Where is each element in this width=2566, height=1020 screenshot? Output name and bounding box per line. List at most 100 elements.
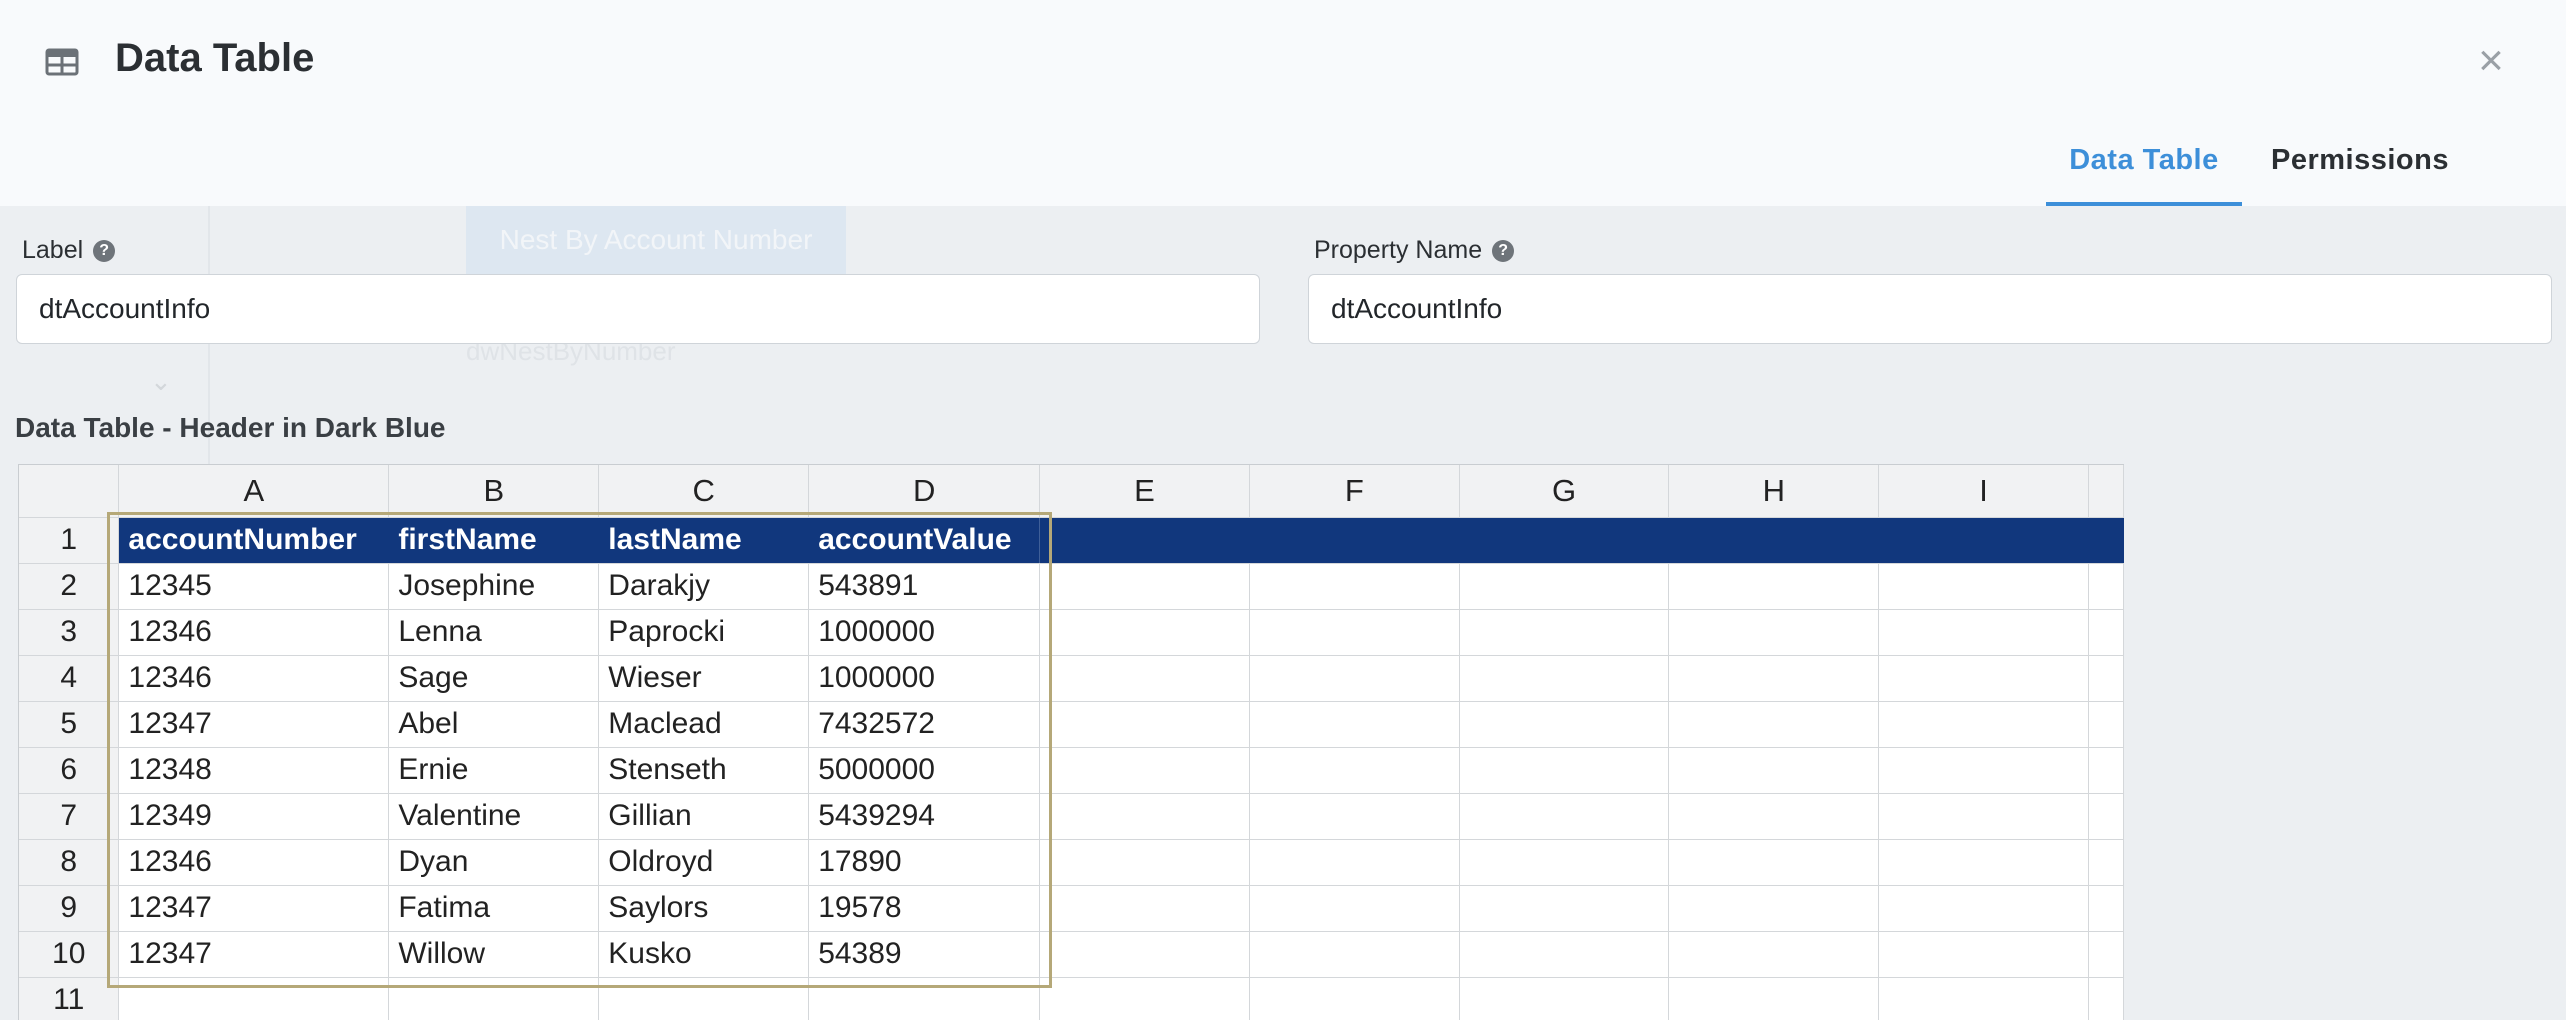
table-cell[interactable]: Sage (388, 655, 600, 702)
label-input[interactable] (16, 274, 1260, 344)
row-number[interactable]: 1 (19, 517, 120, 564)
column-header[interactable]: H (1668, 465, 1880, 518)
table-cell[interactable]: 7432572 (808, 701, 1041, 748)
help-icon[interactable]: ? (93, 239, 116, 262)
table-cell[interactable] (1668, 563, 1880, 610)
table-cell[interactable] (1459, 885, 1670, 932)
column-header[interactable]: F (1249, 465, 1460, 518)
table-cell[interactable] (1459, 609, 1670, 656)
table-cell[interactable] (1459, 655, 1670, 702)
spreadsheet[interactable]: ABCDEFGHI 1 accountNumber firstName lastNam… (18, 464, 2124, 1020)
table-cell[interactable] (2088, 747, 2124, 794)
help-icon[interactable]: ? (1492, 239, 1515, 262)
table-cell[interactable]: Ernie (388, 747, 600, 794)
table-cell[interactable]: 12347 (118, 885, 390, 932)
table-cell[interactable] (1249, 839, 1460, 886)
table-cell[interactable]: 1000000 (808, 609, 1041, 656)
table-cell[interactable] (1459, 517, 1670, 564)
table-cell[interactable]: 19578 (808, 885, 1041, 932)
table-cell[interactable] (388, 977, 600, 1020)
table-cell[interactable]: Oldroyd (598, 839, 810, 886)
table-cell[interactable] (1459, 747, 1670, 794)
close-icon[interactable]: × (2468, 38, 2514, 84)
table-cell[interactable] (1878, 609, 2089, 656)
tab-permissions[interactable]: Permissions (2262, 130, 2458, 206)
table-cell[interactable] (1039, 655, 1250, 702)
table-cell[interactable] (2088, 931, 2124, 978)
row-number[interactable]: 10 (19, 931, 120, 978)
table-cell[interactable] (1668, 885, 1880, 932)
table-cell[interactable]: 543891 (808, 563, 1041, 610)
table-cell[interactable]: Josephine (388, 563, 600, 610)
table-cell[interactable] (1249, 977, 1460, 1020)
table-cell[interactable] (1878, 793, 2089, 840)
table-cell[interactable] (1249, 931, 1460, 978)
table-cell[interactable]: Abel (388, 701, 600, 748)
row-number[interactable]: 5 (19, 701, 120, 748)
table-cell[interactable] (1249, 517, 1460, 564)
table-cell[interactable] (1668, 609, 1880, 656)
table-cell[interactable] (598, 977, 810, 1020)
table-cell[interactable] (1668, 655, 1880, 702)
table-cell[interactable] (2088, 977, 2124, 1020)
table-cell[interactable] (1039, 839, 1250, 886)
table-cell[interactable] (2088, 655, 2124, 702)
table-cell[interactable] (1878, 885, 2089, 932)
table-cell[interactable]: Stenseth (598, 747, 810, 794)
table-cell[interactable] (1668, 977, 1880, 1020)
table-cell[interactable]: Paprocki (598, 609, 810, 656)
table-cell[interactable]: 5439294 (808, 793, 1041, 840)
table-cell[interactable] (1878, 563, 2089, 610)
table-cell[interactable]: 1000000 (808, 655, 1041, 702)
table-cell[interactable]: Valentine (388, 793, 600, 840)
column-header[interactable]: B (388, 465, 600, 518)
table-cell[interactable] (1249, 563, 1460, 610)
table-cell[interactable] (1039, 517, 1250, 564)
table-cell[interactable]: firstName (388, 517, 600, 564)
table-cell[interactable]: Gillian (598, 793, 810, 840)
table-cell[interactable] (1249, 701, 1460, 748)
table-cell[interactable] (1249, 793, 1460, 840)
table-cell[interactable] (118, 977, 390, 1020)
column-header[interactable]: G (1459, 465, 1670, 518)
table-cell[interactable] (1039, 563, 1250, 610)
table-cell[interactable]: 12346 (118, 655, 390, 702)
table-cell[interactable]: 5000000 (808, 747, 1041, 794)
column-header[interactable]: E (1039, 465, 1250, 518)
table-cell[interactable] (1039, 609, 1250, 656)
table-cell[interactable] (1459, 793, 1670, 840)
table-cell[interactable] (2088, 563, 2124, 610)
table-cell[interactable]: lastName (598, 517, 810, 564)
table-cell[interactable] (1039, 701, 1250, 748)
table-cell[interactable]: 12346 (118, 609, 390, 656)
table-cell[interactable]: Fatima (388, 885, 600, 932)
table-cell[interactable]: 12345 (118, 563, 390, 610)
table-cell[interactable] (1459, 701, 1670, 748)
table-cell[interactable] (1878, 931, 2089, 978)
table-cell[interactable]: Kusko (598, 931, 810, 978)
table-cell[interactable] (2088, 793, 2124, 840)
table-cell[interactable] (1878, 517, 2089, 564)
table-cell[interactable]: Wieser (598, 655, 810, 702)
table-cell[interactable]: 12347 (118, 931, 390, 978)
table-cell[interactable]: 12348 (118, 747, 390, 794)
table-cell[interactable] (1039, 885, 1250, 932)
row-number[interactable]: 11 (19, 977, 120, 1020)
table-cell[interactable] (1249, 747, 1460, 794)
table-cell[interactable]: 17890 (808, 839, 1041, 886)
row-number[interactable]: 6 (19, 747, 120, 794)
table-cell[interactable] (2088, 609, 2124, 656)
table-cell[interactable]: Maclead (598, 701, 810, 748)
column-header[interactable]: A (118, 465, 390, 518)
table-cell[interactable] (1878, 977, 2089, 1020)
table-cell[interactable] (2088, 839, 2124, 886)
table-cell[interactable] (1039, 977, 1250, 1020)
table-cell[interactable]: Darakjy (598, 563, 810, 610)
table-cell[interactable] (1878, 701, 2089, 748)
table-cell[interactable]: 54389 (808, 931, 1041, 978)
table-cell[interactable] (2088, 885, 2124, 932)
table-cell[interactable] (1459, 931, 1670, 978)
table-cell[interactable]: 12347 (118, 701, 390, 748)
table-cell[interactable] (1668, 517, 1880, 564)
table-cell[interactable] (2088, 517, 2124, 564)
